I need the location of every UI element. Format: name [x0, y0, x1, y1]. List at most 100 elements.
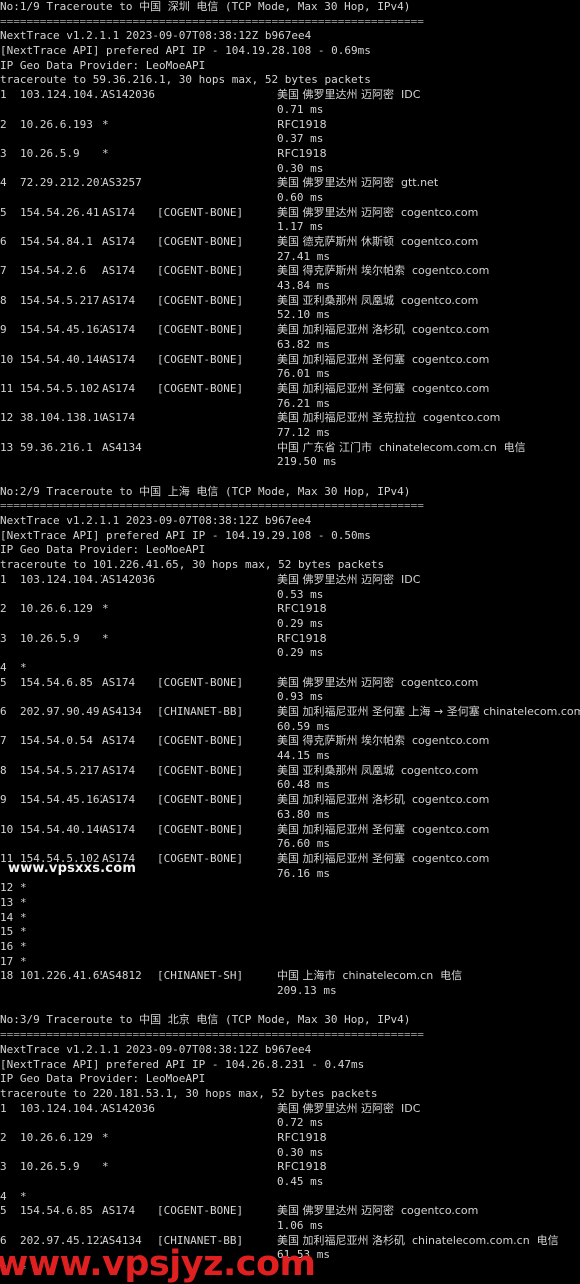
hop-asn: AS174: [102, 352, 136, 366]
hop-asn: AS142036: [102, 88, 155, 102]
hop-ip: 154.54.5.102: [20, 381, 100, 395]
hop-ip: 59.36.216.1: [20, 440, 93, 454]
hop-number: 4: [0, 1189, 7, 1203]
hop-geo: RFC1918: [277, 117, 327, 131]
block-title: No:2/9 Traceroute to 中国 上海 电信 (TCP Mode,…: [0, 484, 411, 498]
hop-number: 13: [0, 440, 14, 454]
hop-number: 9: [0, 323, 7, 337]
hop-number: 2: [0, 602, 7, 616]
block-separator: ========================================…: [0, 14, 424, 28]
hop-ip: 10.26.5.9: [20, 631, 80, 645]
hop-asn: AS174: [102, 235, 136, 248]
hop-ip: 154.54.5.217: [20, 763, 100, 777]
hop-row: 12 *: [0, 881, 580, 896]
hop-geo: 美国 加利福尼亚州 洛杉矶 chinatelecom.com.cn 电信: [277, 1233, 559, 1247]
hop-row: 7 154.54.0.54 AS174 [COGENT-BONE] 美国 得克萨斯州 埃…: [0, 734, 580, 749]
hop-row: 8 154.54.5.217 AS174 [COGENT-BONE] 美国 亚利桑那州 …: [0, 764, 580, 779]
hop-ip: 10.26.6.129: [20, 1130, 93, 1144]
hop-geo: 中国 广东省 江门市 chinatelecom.com.cn 电信: [277, 440, 526, 454]
hop-row: 11 154.54.5.102 AS174 [COGENT-BONE] 美国 加利福尼亚…: [0, 382, 580, 397]
hop-number: 8: [0, 763, 7, 777]
block-separator: ========================================…: [0, 1028, 424, 1042]
hop-ip: 38.104.138.106: [20, 411, 102, 425]
hop-rtt: 76.60 ms: [277, 837, 330, 851]
hop-asn: AS174: [102, 675, 136, 689]
geo-provider-line: IP Geo Data Provider: LeoMoeAPI: [0, 1072, 206, 1086]
watermark-vpsjyz: www.vpsjyz.com: [0, 1244, 316, 1284]
hop-asn: AS142036: [102, 1101, 155, 1115]
hop-number: 6: [0, 705, 7, 718]
hop-number: 4: [0, 660, 7, 674]
hop-asn: *: [102, 146, 109, 160]
hop-rtt: 77.12 ms: [277, 425, 330, 439]
watermark-vpsxxs: www.vpsxxs.com: [8, 861, 137, 876]
hop-ip: *: [20, 940, 27, 953]
hop-geo: 美国 加利福尼亚州 洛杉矶 cogentco.com: [277, 793, 490, 807]
geo-provider-line: IP Geo Data Provider: LeoMoeAPI: [0, 543, 206, 557]
hop-asn: *: [102, 631, 109, 645]
hop-network-label: [COGENT-BONE]: [157, 381, 244, 395]
hop-number: 3: [0, 1160, 7, 1174]
hop-rtt: 0.29 ms: [277, 616, 324, 630]
hop-number: 5: [0, 1204, 7, 1218]
hop-number: 9: [0, 793, 7, 807]
hop-rtt: 0.71 ms: [277, 102, 324, 116]
hop-rtt: 219.50 ms: [277, 455, 337, 469]
traceroute-target-line: traceroute to 101.226.41.65, 30 hops max…: [0, 558, 385, 572]
hop-rtt: 1.17 ms: [277, 220, 324, 234]
hop-ip: *: [20, 895, 27, 909]
hop-rtt: 43.84 ms: [277, 279, 330, 293]
hop-number: 5: [0, 675, 7, 689]
nexttrace-version: NextTrace v1.2.1.1 2023-09-07T08:38:12Z …: [0, 29, 312, 43]
hop-ip: 154.54.0.54: [20, 734, 93, 748]
hop-network-label: [COGENT-BONE]: [157, 763, 244, 777]
hop-geo: 美国 佛罗里达州 迈阿密 cogentco.com: [277, 1204, 479, 1218]
hop-ip: 154.54.6.85: [20, 1204, 93, 1218]
hop-ip: 10.26.5.9: [20, 146, 80, 160]
hop-rtt: 0.60 ms: [277, 190, 324, 204]
hop-geo: 美国 亚利桑那州 凤凰城 cogentco.com: [277, 293, 479, 307]
hop-number: 2: [0, 117, 7, 131]
hop-number: 1: [0, 1101, 7, 1115]
hop-asn: *: [102, 1130, 109, 1144]
hop-number: 15: [0, 925, 14, 939]
hop-network-label: [COGENT-BONE]: [157, 235, 244, 248]
terminal-screen[interactable]: No:1/9 Traceroute to 中国 深圳 电信 (TCP Mode,…: [0, 0, 580, 1280]
hop-asn: AS4134: [102, 440, 142, 454]
hop-row: 4 72.29.212.201AS3257 美国 佛罗里达州 迈阿密 gtt.net: [0, 176, 580, 191]
hop-asn: AS174: [102, 1204, 136, 1218]
hop-geo: 美国 得克萨斯州 埃尔帕索 cogentco.com: [277, 734, 490, 748]
hop-geo: 中国 上海市 chinatelecom.cn 电信: [277, 969, 463, 983]
hop-rtt: 52.10 ms: [277, 308, 330, 322]
geo-provider-line: IP Geo Data Provider: LeoMoeAPI: [0, 58, 206, 72]
block-title: No:1/9 Traceroute to 中国 深圳 电信 (TCP Mode,…: [0, 0, 411, 13]
hop-row: 5 154.54.6.85 AS174 [COGENT-BONE] 美国 佛罗里达州 迈…: [0, 1204, 580, 1219]
hop-geo: 美国 佛罗里达州 迈阿密 cogentco.com: [277, 675, 479, 689]
hop-number: 10: [0, 352, 14, 366]
hop-row: 10 154.54.40.146AS174 [COGENT-BONE] 美国 加利福尼…: [0, 823, 580, 838]
hop-geo: RFC1918: [277, 631, 327, 645]
block-title: No:3/9 Traceroute to 中国 北京 电信 (TCP Mode,…: [0, 1013, 411, 1027]
hop-geo: 美国 加利福尼亚州 圣何塞 cogentco.com: [277, 381, 490, 395]
traceroute-target-line: traceroute to 220.181.53.1, 30 hops max,…: [0, 1086, 378, 1100]
hop-rtt: 0.30 ms: [277, 161, 324, 175]
hop-row: 14 *: [0, 911, 580, 926]
hop-network-label: [COGENT-BONE]: [157, 293, 244, 307]
hop-ip: 154.54.45.162: [20, 323, 102, 337]
hop-asn: *: [102, 602, 109, 616]
hop-asn: *: [102, 117, 109, 131]
hop-rtt: 0.53 ms: [277, 587, 324, 601]
hop-asn: AS174: [102, 264, 136, 278]
hop-rtt: 44.15 ms: [277, 749, 330, 763]
hop-asn: AS174: [102, 381, 136, 395]
hop-row: 5 154.54.6.85 AS174 [COGENT-BONE] 美国 佛罗里达州 迈…: [0, 676, 580, 691]
hop-row: 6 202.97.90.49 AS4134 [CHINANET-BB] 美国 加利福尼亚…: [0, 705, 580, 720]
hop-row: 4 *: [0, 1190, 580, 1205]
hop-row: 1 103.124.104.1AS142036 美国 佛罗里达州 迈阿密 IDC: [0, 1102, 580, 1117]
hop-ip: 10.26.6.193: [20, 117, 93, 131]
hop-geo: 美国 加利福尼亚州 圣何塞 上海 → 圣何塞 chinatelecom.com.…: [277, 705, 580, 718]
nexttrace-api-line: [NextTrace API] prefered API IP - 104.26…: [0, 1057, 365, 1071]
hop-geo: 美国 佛罗里达州 迈阿密 gtt.net: [277, 176, 439, 190]
hop-geo: 美国 加利福尼亚州 洛杉矶 cogentco.com: [277, 323, 490, 337]
